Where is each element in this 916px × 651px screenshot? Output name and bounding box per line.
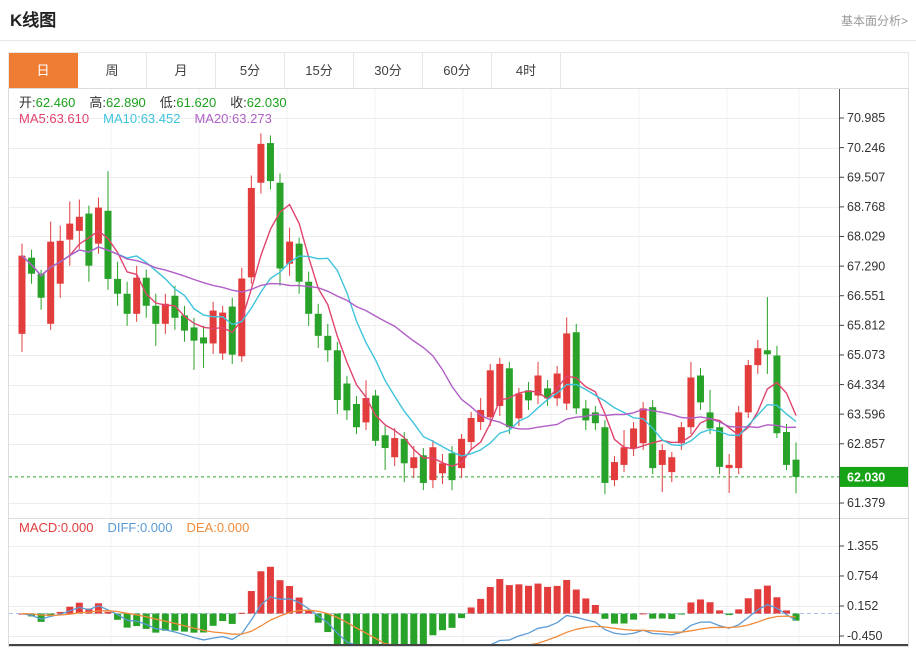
value-pair: 开:62.460 — [19, 95, 76, 110]
y-axis-tick-label: 0.754 — [847, 569, 878, 583]
y-axis-tick-label: 62.857 — [847, 437, 885, 451]
y-axis-tick-label: 68.768 — [847, 200, 885, 214]
tab-30min[interactable]: 30分 — [354, 53, 423, 88]
kline-chart-panel: 开:62.460 高:62.890 低:61.620 收:62.030 MA5:63.… — [8, 88, 909, 651]
header-divider — [0, 40, 916, 41]
tab-15min[interactable]: 15分 — [285, 53, 354, 88]
value-pair: DEA:0.000 — [186, 520, 250, 535]
y-axis-tick-label: 65.073 — [847, 348, 885, 362]
y-axis-tick-label: 70.246 — [847, 141, 885, 155]
value-pair: 低:61.620 — [159, 95, 217, 110]
y-axis-tick-label: 67.290 — [847, 259, 885, 273]
ohlc-quote-row: 开:62.460 高:62.890 低:61.620 收:62.030 — [19, 92, 301, 111]
tab-day[interactable]: 日 — [9, 53, 78, 88]
candles-group — [18, 133, 800, 495]
y-axis-tick-label: 70.985 — [847, 111, 885, 125]
fundamental-analysis-link[interactable]: 基本面分析> — [841, 12, 908, 29]
macd-values-row: MACD:0.000 DIFF:0.000 DEA:0.000 — [19, 520, 263, 535]
y-axis-tick-label: 1.355 — [847, 539, 878, 553]
tab-week[interactable]: 周 — [78, 53, 147, 88]
value-pair: 高:62.890 — [89, 95, 146, 110]
y-axis-tick-label: 61.379 — [847, 496, 885, 510]
tab-4hour[interactable]: 4时 — [492, 53, 561, 88]
macd-dea-line — [21, 609, 797, 646]
value-pair: MA5:63.610 — [19, 111, 90, 126]
kline-chart-canvas[interactable]: 70.985 70.246 69.507 68.768 68.029 67.290 66.5… — [9, 89, 908, 651]
y-axis-tick-label: 66.551 — [847, 289, 885, 303]
y-axis-tick-label: 68.029 — [847, 230, 885, 244]
y-axis-tick-label: 69.507 — [847, 170, 885, 184]
period-tab-bar: 日周月 5分 15分 30分 60分 4时 — [8, 52, 909, 89]
y-axis-tick-label: 0.152 — [847, 599, 878, 613]
value-pair: 收:62.030 — [230, 95, 287, 110]
y-axis-tick-label: 64.334 — [847, 378, 885, 392]
y-axis-tick-label: 65.812 — [847, 319, 885, 333]
y-axis-tick-label: -0.450 — [847, 629, 882, 643]
ma-line-ma5 — [21, 203, 797, 467]
ma-values-row: MA5:63.610 MA10:63.452 MA20:63.273 — [19, 111, 286, 126]
value-pair: MACD:0.000 — [19, 520, 94, 535]
tab-month[interactable]: 月 — [147, 53, 216, 88]
value-pair: DIFF:0.000 — [107, 520, 173, 535]
value-pair: MA20:63.273 — [194, 111, 272, 126]
page-title: K线图 — [10, 11, 57, 30]
value-pair: MA10:63.452 — [103, 111, 181, 126]
y-axis-tick-label: 63.596 — [847, 407, 885, 421]
ma-line-ma20 — [21, 246, 797, 430]
tab-5min[interactable]: 5分 — [216, 53, 285, 88]
current-price-badge-label: 62.030 — [847, 470, 885, 484]
tab-60min[interactable]: 60分 — [423, 53, 492, 88]
